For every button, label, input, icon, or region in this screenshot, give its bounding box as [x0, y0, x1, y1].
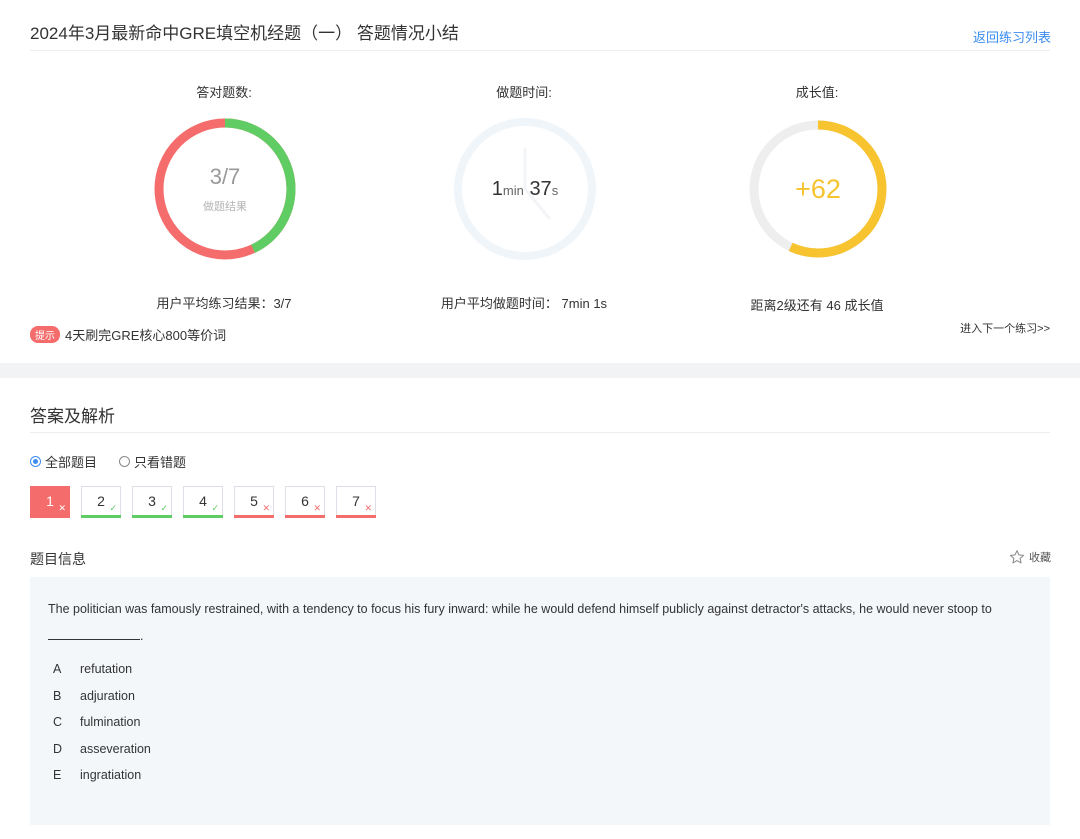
correct-ring: 3/7 做题结果 [152, 116, 298, 262]
option-letter: D [53, 741, 63, 756]
status-bar [81, 515, 121, 518]
page-title: 2024年3月最新命中GRE填空机经题（一） 答题情况小结 [30, 24, 459, 43]
growth-ring: +62 [745, 116, 891, 262]
option-c[interactable]: Cfulmination [53, 709, 151, 736]
option-e[interactable]: Eingratiation [53, 762, 151, 789]
tip-banner[interactable]: 提示 4天刷完GRE核心800等价词 [30, 325, 226, 344]
time-sec-unit: s [551, 182, 559, 198]
correct-count-label: 答对题数: [196, 85, 252, 100]
favorite-button[interactable]: 收藏 [1009, 549, 1051, 565]
score-caption: 做题结果 [203, 201, 247, 213]
question-button-7[interactable]: 7 ✕ [336, 486, 376, 518]
option-b[interactable]: Badjuration [53, 683, 151, 710]
question-stem-end: . [140, 629, 144, 643]
question-button-4[interactable]: 4 ✓ [183, 486, 223, 518]
wrong-mark-icon: ✕ [364, 503, 372, 513]
status-bar [234, 515, 274, 518]
star-icon[interactable] [1009, 549, 1025, 565]
answers-divider [30, 432, 1050, 433]
correct-mark-icon: ✓ [109, 503, 117, 513]
answer-blank [48, 625, 140, 640]
question-button-6[interactable]: 6 ✕ [285, 486, 325, 518]
filter-wrong-label[interactable]: 只看错题 [134, 452, 186, 471]
option-text: asseveration [80, 741, 151, 756]
time-seconds: 37 [529, 177, 552, 200]
answer-options: Arefutation Badjuration Cfulmination Das… [53, 656, 151, 789]
question-card: The politician was famously restrained, … [30, 577, 1050, 825]
question-filter: 全部题目 只看错题 [30, 452, 208, 471]
header-divider [30, 50, 1050, 51]
growth-label: 成长值: [795, 85, 839, 100]
question-button-2[interactable]: 2 ✓ [81, 486, 121, 518]
question-info-title: 题目信息 [30, 551, 86, 567]
time-value: 1min 37s [492, 178, 558, 201]
answers-section-title: 答案及解析 [30, 407, 115, 426]
time-minutes: 1 [491, 177, 503, 200]
question-button-1[interactable]: 1 ✕ [30, 486, 70, 518]
wrong-mark-icon: ✕ [262, 503, 270, 513]
avg-time-text: 用户平均做题时间： 7min 1s [440, 296, 608, 311]
option-letter: B [53, 688, 62, 703]
correct-mark-icon: ✓ [211, 503, 219, 513]
option-text: ingratiation [80, 768, 142, 783]
next-exercise-link[interactable]: 进入下一个练习>> [960, 320, 1050, 336]
filter-all-radio[interactable]: 全部题目 [30, 452, 97, 471]
question-stem: The politician was famously restrained, … [48, 596, 1033, 650]
time-clock: 1min 37s [452, 116, 598, 262]
tip-badge: 提示 [30, 326, 60, 343]
option-letter: A [53, 662, 62, 677]
tip-text[interactable]: 4天刷完GRE核心800等价词 [65, 325, 226, 344]
option-text: refutation [80, 662, 133, 677]
question-number-list: 1 ✕ 2 ✓ 3 ✓ 4 ✓ 5 ✕ 6 ✕ 7 ✕ [30, 486, 387, 518]
growth-value: +62 [795, 173, 841, 204]
back-to-list-link[interactable]: 返回练习列表 [973, 27, 1051, 46]
status-bar [285, 515, 325, 518]
wrong-mark-icon: ✕ [313, 503, 321, 513]
status-bar [183, 515, 223, 518]
filter-wrong-radio[interactable]: 只看错题 [119, 452, 186, 471]
option-a[interactable]: Arefutation [53, 656, 151, 683]
question-button-5[interactable]: 5 ✕ [234, 486, 274, 518]
option-d[interactable]: Dasseveration [53, 736, 151, 763]
score-value: 3/7 [209, 164, 241, 189]
avg-result-text: 用户平均练习结果：3/7 [156, 296, 292, 311]
filter-all-label[interactable]: 全部题目 [45, 452, 97, 471]
radio-unselected-icon[interactable] [119, 456, 131, 467]
question-stem-text: The politician was famously restrained, … [48, 602, 992, 616]
time-label: 做题时间: [496, 85, 552, 100]
option-text: adjuration [80, 688, 135, 703]
wrong-mark-icon: ✕ [58, 503, 66, 513]
option-letter: E [53, 768, 62, 783]
time-min-unit: min [502, 182, 524, 198]
option-letter: C [53, 715, 63, 730]
next-level-text: 距离2级还有 46 成长值 [750, 298, 884, 313]
status-bar [132, 515, 172, 518]
status-bar [336, 515, 376, 518]
radio-selected-icon[interactable] [30, 456, 41, 467]
favorite-label[interactable]: 收藏 [1029, 549, 1051, 565]
question-button-3[interactable]: 3 ✓ [132, 486, 172, 518]
correct-mark-icon: ✓ [160, 503, 168, 513]
option-text: fulmination [80, 715, 141, 730]
